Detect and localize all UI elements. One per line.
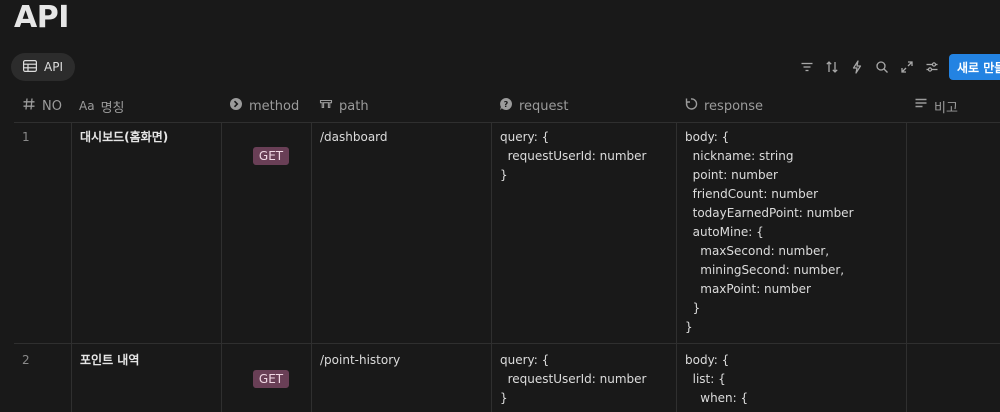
method-cell[interactable]: GET bbox=[222, 351, 311, 408]
request-cell[interactable]: query: { requestUserId: number } bbox=[492, 128, 676, 185]
row-number: 2 bbox=[22, 353, 30, 367]
rotate-icon bbox=[684, 97, 698, 115]
column-divider bbox=[906, 122, 907, 412]
row-name[interactable]: 포인트 내역 bbox=[72, 351, 221, 370]
method-badge: GET bbox=[252, 147, 290, 165]
method-badge: GET bbox=[252, 370, 290, 388]
column-label: request bbox=[519, 98, 569, 114]
column-header-name[interactable]: Aa 명칭 bbox=[71, 90, 221, 122]
page-title: API bbox=[14, 0, 69, 35]
help-icon: ? bbox=[499, 97, 513, 115]
text-icon bbox=[914, 97, 928, 115]
column-header-no[interactable]: NO bbox=[14, 90, 71, 122]
expand-icon[interactable] bbox=[894, 54, 919, 80]
url-icon bbox=[319, 97, 333, 115]
request-cell[interactable]: query: { requestUserId: number } bbox=[492, 351, 676, 408]
column-header-method[interactable]: method bbox=[221, 90, 311, 122]
column-header-request[interactable]: ? request bbox=[491, 90, 676, 122]
column-label: method bbox=[249, 98, 300, 114]
column-label: NO bbox=[42, 98, 62, 114]
row-divider bbox=[14, 343, 1000, 344]
column-header-note[interactable]: 비고 bbox=[906, 90, 1000, 122]
toolbar: 새로 만들기 bbox=[794, 54, 1000, 80]
column-label: 비고 bbox=[934, 100, 958, 116]
column-label: response bbox=[704, 98, 764, 114]
column-header-response[interactable]: response bbox=[676, 90, 906, 122]
response-cell[interactable]: body: { nickname: string point: number f… bbox=[677, 128, 906, 337]
column-label: 명칭 bbox=[100, 100, 125, 116]
filter-icon[interactable] bbox=[794, 54, 819, 80]
response-cell[interactable]: body: { list: { when: { bbox=[677, 351, 906, 408]
search-icon[interactable] bbox=[869, 54, 894, 80]
svg-text:?: ? bbox=[504, 100, 509, 109]
header-divider bbox=[14, 122, 1000, 123]
settings-icon[interactable] bbox=[919, 54, 944, 80]
view-tab-api[interactable]: API bbox=[11, 53, 75, 81]
table-icon bbox=[23, 59, 38, 75]
automation-icon[interactable] bbox=[844, 54, 869, 80]
view-tab-label: API bbox=[44, 60, 63, 74]
path-cell[interactable]: /dashboard bbox=[312, 128, 491, 147]
column-label: path bbox=[339, 98, 369, 114]
row-name[interactable]: 대시보드(홈화면) bbox=[72, 128, 221, 147]
sort-icon[interactable] bbox=[819, 54, 844, 80]
row-number: 1 bbox=[22, 130, 30, 144]
path-cell[interactable]: /point-history bbox=[312, 351, 491, 370]
column-header-path[interactable]: path bbox=[311, 90, 491, 122]
title-text-icon: Aa bbox=[79, 99, 95, 113]
new-button[interactable]: 새로 만들기 bbox=[949, 54, 1000, 80]
select-icon bbox=[229, 97, 243, 115]
number-icon bbox=[22, 97, 36, 115]
method-cell[interactable]: GET bbox=[222, 128, 311, 185]
